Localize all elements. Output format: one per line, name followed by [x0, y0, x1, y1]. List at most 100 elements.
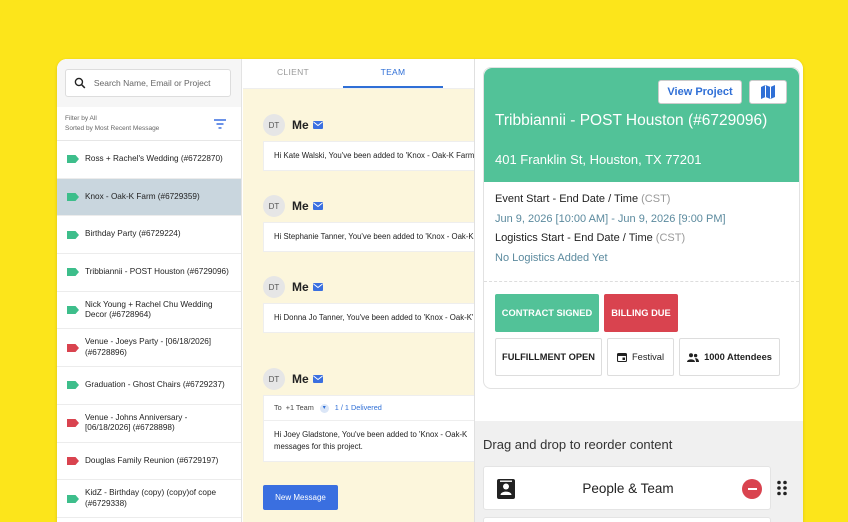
- project-name: Birthday Party (#6729224): [85, 229, 181, 239]
- message: DT Me To +1 Team ▾ 1 / 1 Delivered Hi Jo…: [263, 368, 483, 462]
- project-name: Graduation - Ghost Chairs (#6729237): [85, 380, 225, 390]
- fulfillment-badge[interactable]: FULFILLMENT OPEN: [495, 338, 602, 376]
- minus-icon: [747, 488, 757, 490]
- message-text: Hi Kate Walski, You've been added to 'Kn…: [263, 141, 483, 171]
- avatar: DT: [263, 368, 285, 390]
- tag-icon: [67, 193, 79, 202]
- mail-icon: [312, 121, 323, 129]
- mail-icon: [312, 202, 323, 210]
- message: DT Me Hi Kate Walski, You've been added …: [263, 114, 483, 171]
- project-list-item[interactable]: Tribbiannii - POST Houston (#6729096): [57, 254, 241, 292]
- map-button[interactable]: [749, 80, 787, 104]
- remove-section-button[interactable]: [742, 479, 762, 499]
- filter-text: Filter by All Sorted by Most Recent Mess…: [65, 114, 159, 134]
- section-label: People & Team: [582, 481, 674, 496]
- filter-label: Filter by All: [65, 114, 97, 122]
- delivery-status: 1 / 1 Delivered: [334, 403, 382, 412]
- message-text: Hi Joey Gladstone, You've been added to …: [264, 421, 483, 461]
- project-list-item[interactable]: Venue - Johns Anniversary - [06/18/2026]…: [57, 405, 241, 443]
- billing-due-badge[interactable]: BILLING DUE: [604, 294, 678, 332]
- search-input[interactable]: [93, 78, 222, 88]
- event-date-value: Jun 9, 2026 [10:00 AM] - Jun 9, 2026 [9:…: [495, 212, 726, 225]
- avatar: DT: [263, 276, 285, 298]
- filter-icon[interactable]: [213, 118, 227, 130]
- recipient-team: +1 Team: [285, 403, 314, 412]
- message-text: Hi Donna Jo Tanner, You've been added to…: [263, 303, 483, 333]
- to-label: To: [274, 403, 282, 412]
- event-type-badge[interactable]: Festival: [607, 338, 674, 376]
- people-team-section[interactable]: People & Team: [483, 466, 771, 510]
- recipient-row: To +1 Team ▾ 1 / 1 Delivered: [264, 396, 483, 421]
- app-window: Filter by All Sorted by Most Recent Mess…: [57, 59, 803, 522]
- mail-icon: [312, 283, 323, 291]
- search-icon: [74, 77, 86, 89]
- date-section: Event Start - End Date / Time (CST) Jun …: [484, 182, 799, 282]
- tab-client[interactable]: CLIENT: [243, 59, 343, 88]
- message-text: Hi Stephanie Tanner, You've been added t…: [263, 222, 483, 252]
- project-name: Ross + Rachel's Wedding (#6722870): [85, 154, 223, 164]
- project-list-item[interactable]: Ross + Rachel's Wedding (#6722870): [57, 141, 241, 179]
- tag-icon: [67, 381, 79, 390]
- tag-icon: [67, 155, 79, 164]
- sender-name: Me: [292, 372, 309, 386]
- sidebar: Filter by All Sorted by Most Recent Mess…: [57, 59, 242, 522]
- status-badges: CONTRACT SIGNED BILLING DUE FULFILLMENT …: [484, 282, 799, 388]
- message: DT Me Hi Stephanie Tanner, You've been a…: [263, 195, 483, 252]
- project-list-item[interactable]: Douglas Family Reunion (#6729197): [57, 443, 241, 481]
- sender-name: Me: [292, 199, 309, 213]
- project-list-item[interactable]: Knox - Oak-K Farm (#6729359): [57, 178, 241, 217]
- message-line: Hi Joey Gladstone, You've been added to …: [274, 430, 468, 439]
- reorder-hint: Drag and drop to reorder content: [483, 437, 673, 452]
- map-icon: [761, 85, 775, 99]
- tag-icon: [67, 494, 79, 503]
- content-sections: Drag and drop to reorder content People …: [475, 421, 803, 522]
- search-box[interactable]: [65, 69, 231, 97]
- project-name: Venue - Joeys Party - [06/18/2026] (#672…: [85, 337, 212, 357]
- tag-icon: [67, 268, 79, 277]
- tag-icon: [67, 306, 79, 315]
- calendar-icon: [616, 352, 627, 362]
- project-name: Knox - Oak-K Farm (#6729359): [85, 191, 200, 201]
- project-list-item[interactable]: Venue - Joeys Party - [06/18/2026] (#672…: [57, 329, 241, 368]
- next-section[interactable]: [483, 517, 771, 522]
- sort-label: Sorted by Most Recent Message: [65, 124, 160, 132]
- attendees-badge[interactable]: 1000 Attendees: [679, 338, 780, 376]
- project-header: View Project Tribbiannii - POST Houston …: [484, 68, 799, 182]
- project-name: Douglas Family Reunion (#6729197): [85, 455, 219, 465]
- project-name: Tribbiannii - POST Houston (#6729096): [85, 267, 229, 277]
- sender-name: Me: [292, 280, 309, 294]
- tag-icon: [67, 230, 79, 239]
- view-project-button[interactable]: View Project: [658, 80, 742, 104]
- attendees-label: 1000 Attendees: [704, 352, 772, 362]
- project-name: KidZ - Birthday (copy) (copy)of cope (#6…: [85, 488, 217, 508]
- contract-signed-badge[interactable]: CONTRACT SIGNED: [495, 294, 599, 332]
- project-list-item[interactable]: Graduation - Ghost Chairs (#6729237): [57, 367, 241, 405]
- message: DT Me Hi Donna Jo Tanner, You've been ad…: [263, 276, 483, 333]
- event-type-label: Festival: [631, 352, 665, 362]
- tag-icon: [67, 419, 79, 428]
- event-date-label: Event Start - End Date / Time (CST): [495, 190, 788, 210]
- message-line: messages for this project.: [274, 442, 363, 451]
- project-list-item[interactable]: Nick Young + Rachel Chu Wedding Decor (#…: [57, 292, 241, 330]
- project-address: 401 Franklin St, Houston, TX 77201: [495, 152, 702, 167]
- project-list: Ross + Rachel's Wedding (#6722870) Knox -…: [57, 141, 241, 518]
- mail-icon: [312, 375, 323, 383]
- project-list-item[interactable]: KidZ - Birthday (copy) (copy)of cope (#6…: [57, 480, 241, 518]
- avatar: DT: [263, 114, 285, 136]
- project-name: Venue - Johns Anniversary - [06/18/2026]…: [85, 412, 188, 433]
- drag-handle-icon[interactable]: [776, 480, 788, 496]
- logistics-date-label: Logistics Start - End Date / Time (CST): [495, 229, 788, 249]
- project-list-item[interactable]: Birthday Party (#6729224): [57, 216, 241, 255]
- tag-icon: [67, 343, 79, 352]
- project-name: Nick Young + Rachel Chu Wedding Decor (#…: [85, 299, 213, 320]
- message-bubble: To +1 Team ▾ 1 / 1 Delivered Hi Joey Gla…: [263, 395, 483, 462]
- project-card: View Project Tribbiannii - POST Houston …: [483, 67, 800, 389]
- avatar: DT: [263, 195, 285, 217]
- logistics-label-text: Logistics Start - End Date / Time: [495, 232, 653, 244]
- timezone: (CST): [655, 232, 686, 244]
- tab-team[interactable]: TEAM: [343, 59, 443, 88]
- chevron-down-icon[interactable]: ▾: [319, 403, 329, 413]
- sender-name: Me: [292, 118, 309, 132]
- new-message-button[interactable]: New Message: [263, 485, 338, 510]
- search-area: [57, 59, 241, 107]
